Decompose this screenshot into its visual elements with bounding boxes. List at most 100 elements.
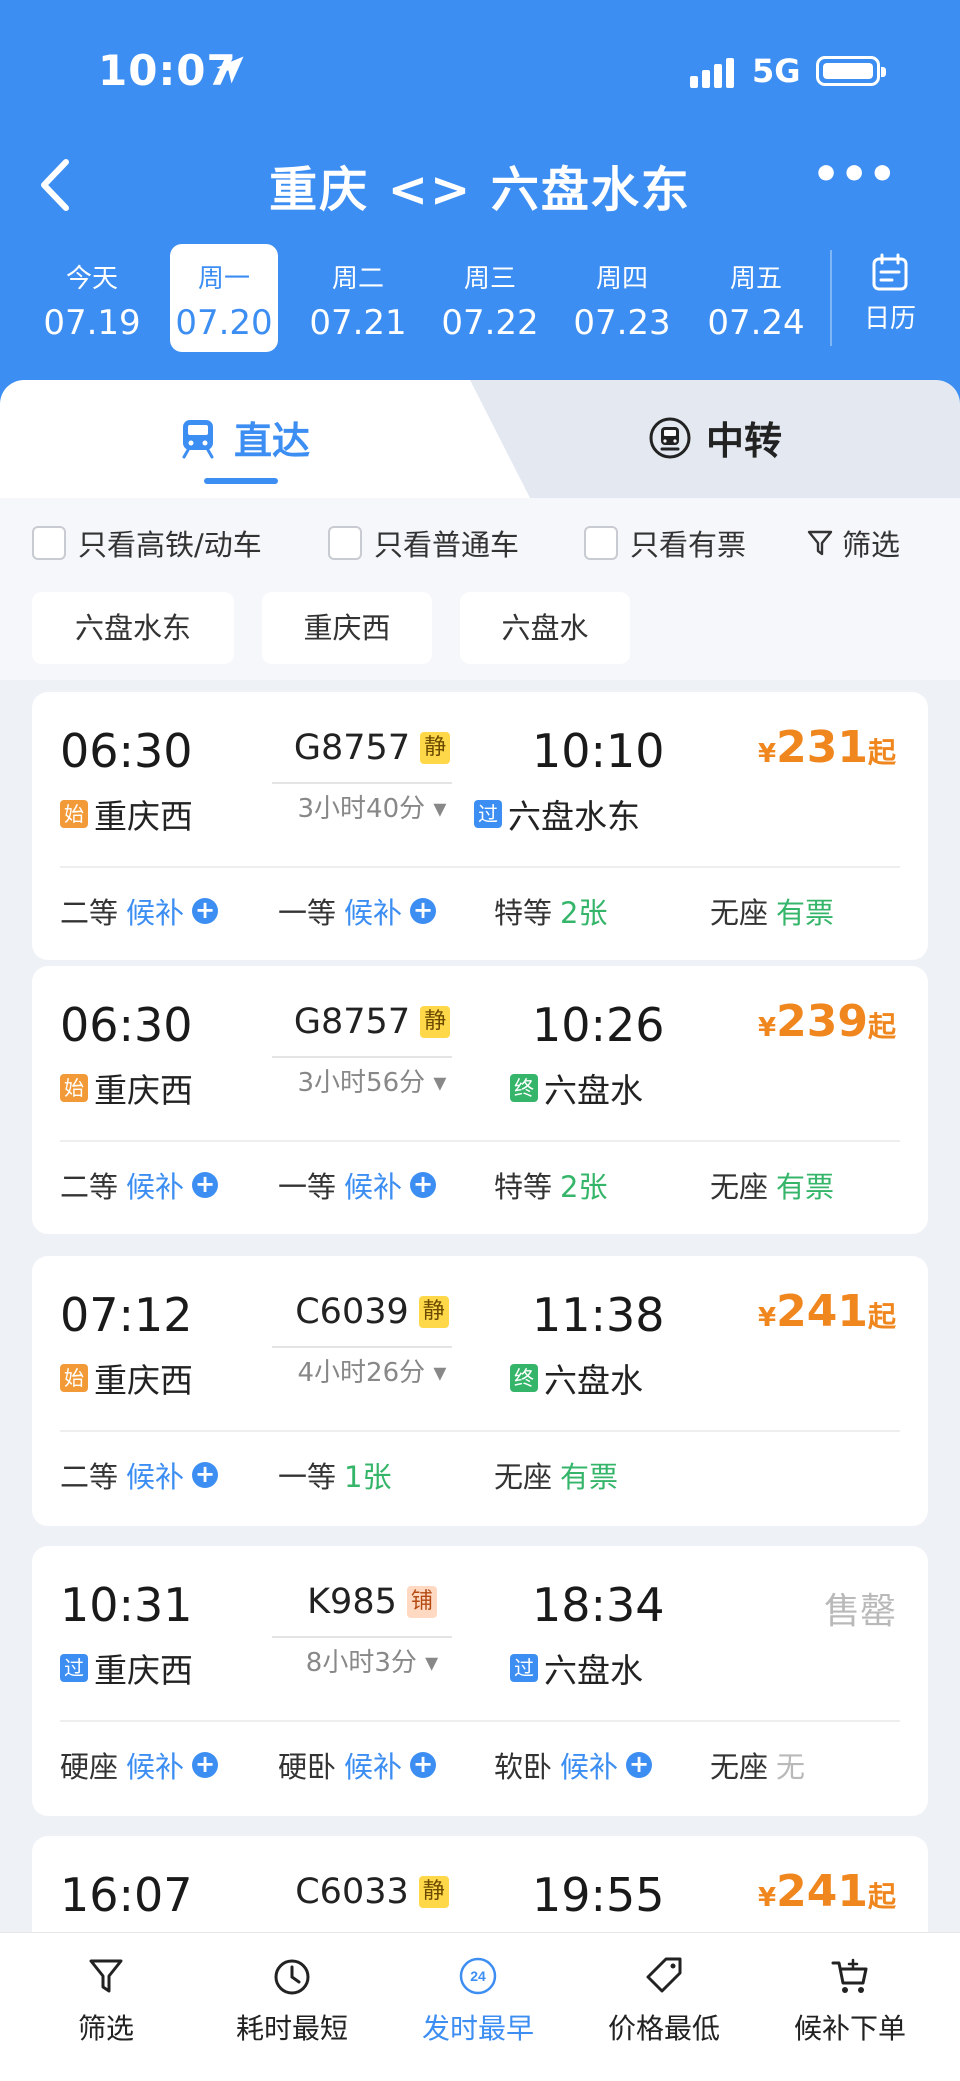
earliest-badge-text: 24 [470, 1968, 486, 1984]
tab-transfer-text: 中转 [706, 419, 783, 463]
date-value: 07.21 [309, 303, 407, 343]
duration-text: 4小时26分 [297, 1358, 426, 1388]
filter-available-only[interactable]: 只看有票 [584, 522, 746, 564]
date-dow: 周三 [463, 264, 516, 294]
seat-first-class[interactable]: 一等 候补 + [278, 890, 437, 932]
price-amount: 241 [776, 1286, 868, 1337]
from-station-name: 重庆西 [94, 1361, 193, 1400]
train-card[interactable]: 06:30 G8757 静 3小时40分 ▾ 10:10 始 重庆西 过 六盘水… [32, 692, 928, 960]
date-today[interactable]: 今天 07.19 [38, 244, 146, 352]
date-value: 07.20 [175, 303, 273, 343]
date-thu[interactable]: 周四 07.23 [568, 244, 676, 352]
more-icon[interactable]: ••• [812, 153, 896, 200]
seat-status: 2张 [560, 1170, 608, 1204]
tab-underline [204, 478, 278, 484]
date-dow: 周二 [331, 264, 384, 294]
train-card[interactable]: 10:31 K985 铺 8小时3分 ▾ 18:34 过 重庆西 过 六盘水 售… [32, 1546, 928, 1816]
sleeper-tag: 铺 [406, 1586, 437, 1618]
seat-second-class[interactable]: 二等 候补 + [60, 1454, 219, 1496]
arrival-time: 10:26 [532, 998, 665, 1052]
start-badge: 始 [60, 800, 88, 828]
seat-status: 无 [776, 1750, 806, 1784]
back-icon[interactable] [34, 156, 78, 214]
calendar-icon [872, 253, 908, 291]
filter-bar: 只看高铁/动车 只看普通车 只看有票 筛选 六盘水东 重庆西 六盘水 [0, 498, 960, 680]
plus-icon[interactable]: + [626, 1752, 653, 1778]
train-number: C6039 静 [272, 1292, 472, 1332]
waitlist-order-button[interactable]: 候补下单 [762, 1955, 938, 2047]
seat-class: 无座 [710, 1170, 769, 1204]
plus-icon[interactable]: + [410, 1172, 437, 1198]
arrival-time: 18:34 [532, 1578, 665, 1632]
seat-hard-seat[interactable]: 硬座 候补 + [60, 1744, 219, 1786]
station-chip-liupanshuidong[interactable]: 六盘水东 [32, 592, 234, 664]
plus-icon[interactable]: + [192, 1172, 219, 1198]
plus-icon[interactable]: + [192, 898, 219, 924]
sort-shortest-button[interactable]: 耗时最短 [204, 1955, 380, 2047]
seat-status: 候补 [126, 1750, 185, 1784]
checkbox[interactable] [32, 526, 66, 560]
seat-status: 候补 [126, 896, 185, 930]
station-chip-liupanshui[interactable]: 六盘水 [460, 592, 630, 664]
train-card[interactable]: 06:30 G8757 静 3小时56分 ▾ 10:26 始 重庆西 终 六盘水… [32, 966, 928, 1234]
seat-class: 二等 [60, 1170, 119, 1204]
station-chip-chongqingxi[interactable]: 重庆西 [262, 592, 432, 664]
sort-cheapest-button[interactable]: 价格最低 [576, 1955, 752, 2047]
seat-no-seat[interactable]: 无座 有票 [494, 1454, 618, 1496]
status-bar: 10:07 5G [0, 0, 960, 140]
price-amount: 239 [776, 996, 868, 1047]
pass-badge: 过 [510, 1654, 538, 1682]
plus-icon[interactable]: + [192, 1752, 219, 1778]
seat-premium-class[interactable]: 特等 2张 [494, 1164, 607, 1206]
seat-first-class[interactable]: 一等 1张 [278, 1454, 391, 1496]
plus-icon[interactable]: + [192, 1462, 219, 1488]
bottom-filter-button[interactable]: 筛选 [18, 1955, 194, 2047]
date-mon-selected[interactable]: 周一 07.20 [170, 244, 278, 352]
seat-class: 无座 [494, 1460, 553, 1494]
seat-second-class[interactable]: 二等 候补 + [60, 890, 219, 932]
date-wed[interactable]: 周三 07.22 [436, 244, 544, 352]
seat-first-class[interactable]: 一等 候补 + [278, 1164, 437, 1206]
date-selector: 今天 07.19 周一 07.20 周二 07.21 周三 07.22 周四 0… [24, 244, 944, 356]
tab-direct-label[interactable]: 直达 [176, 410, 310, 465]
tab-transfer-label[interactable]: 中转 [648, 410, 782, 465]
plus-icon[interactable]: + [410, 898, 437, 924]
seat-soft-sleeper[interactable]: 软卧 候补 + [494, 1744, 653, 1786]
transfer-train-icon [649, 417, 691, 458]
seat-class: 二等 [60, 1460, 119, 1494]
to-station-name: 六盘水 [544, 1651, 643, 1690]
date-tue[interactable]: 周二 07.21 [304, 244, 412, 352]
to-station-name: 六盘水 [544, 1071, 643, 1110]
plus-icon[interactable]: + [410, 1752, 437, 1778]
date-dow: 周五 [729, 264, 782, 294]
calendar-button[interactable]: 日历 [850, 252, 930, 335]
train-number-text: G8757 [293, 1002, 411, 1042]
price-suffix: 起 [867, 1300, 896, 1333]
seat-status: 候补 [344, 1170, 403, 1204]
seat-class: 软卧 [494, 1750, 553, 1784]
clock-icon [274, 1959, 310, 1995]
seat-second-class[interactable]: 二等 候补 + [60, 1164, 219, 1206]
filter-regular-train[interactable]: 只看普通车 [328, 522, 519, 564]
seat-premium-class[interactable]: 特等 2张 [494, 890, 607, 932]
seat-no-seat[interactable]: 无座无 [710, 1744, 805, 1786]
checkbox[interactable] [584, 526, 618, 560]
seat-class: 硬卧 [278, 1750, 337, 1784]
price-suffix: 起 [867, 1880, 896, 1913]
to-station: 终 六盘水 [510, 1064, 643, 1112]
seat-no-seat[interactable]: 无座 有票 [710, 890, 834, 932]
sort-earliest-button[interactable]: 24 发时最早 [390, 1955, 566, 2047]
date-divider [830, 250, 832, 346]
price-amount: 231 [776, 722, 868, 773]
seat-no-seat[interactable]: 无座 有票 [710, 1164, 834, 1206]
checkbox[interactable] [328, 526, 362, 560]
date-fri[interactable]: 周五 07.24 [702, 244, 810, 352]
train-card[interactable]: 07:12 C6039 静 4小时26分 ▾ 11:38 始 重庆西 终 六盘水… [32, 1256, 928, 1526]
sort-cheapest-label: 价格最低 [607, 2012, 720, 2045]
screen-button[interactable]: 筛选 [806, 522, 900, 564]
seat-class: 特等 [494, 1170, 553, 1204]
filter-high-speed[interactable]: 只看高铁/动车 [32, 522, 262, 564]
departure-time: 06:30 [60, 998, 193, 1052]
seat-hard-sleeper[interactable]: 硬卧 候补 + [278, 1744, 437, 1786]
card-divider [60, 1720, 900, 1722]
